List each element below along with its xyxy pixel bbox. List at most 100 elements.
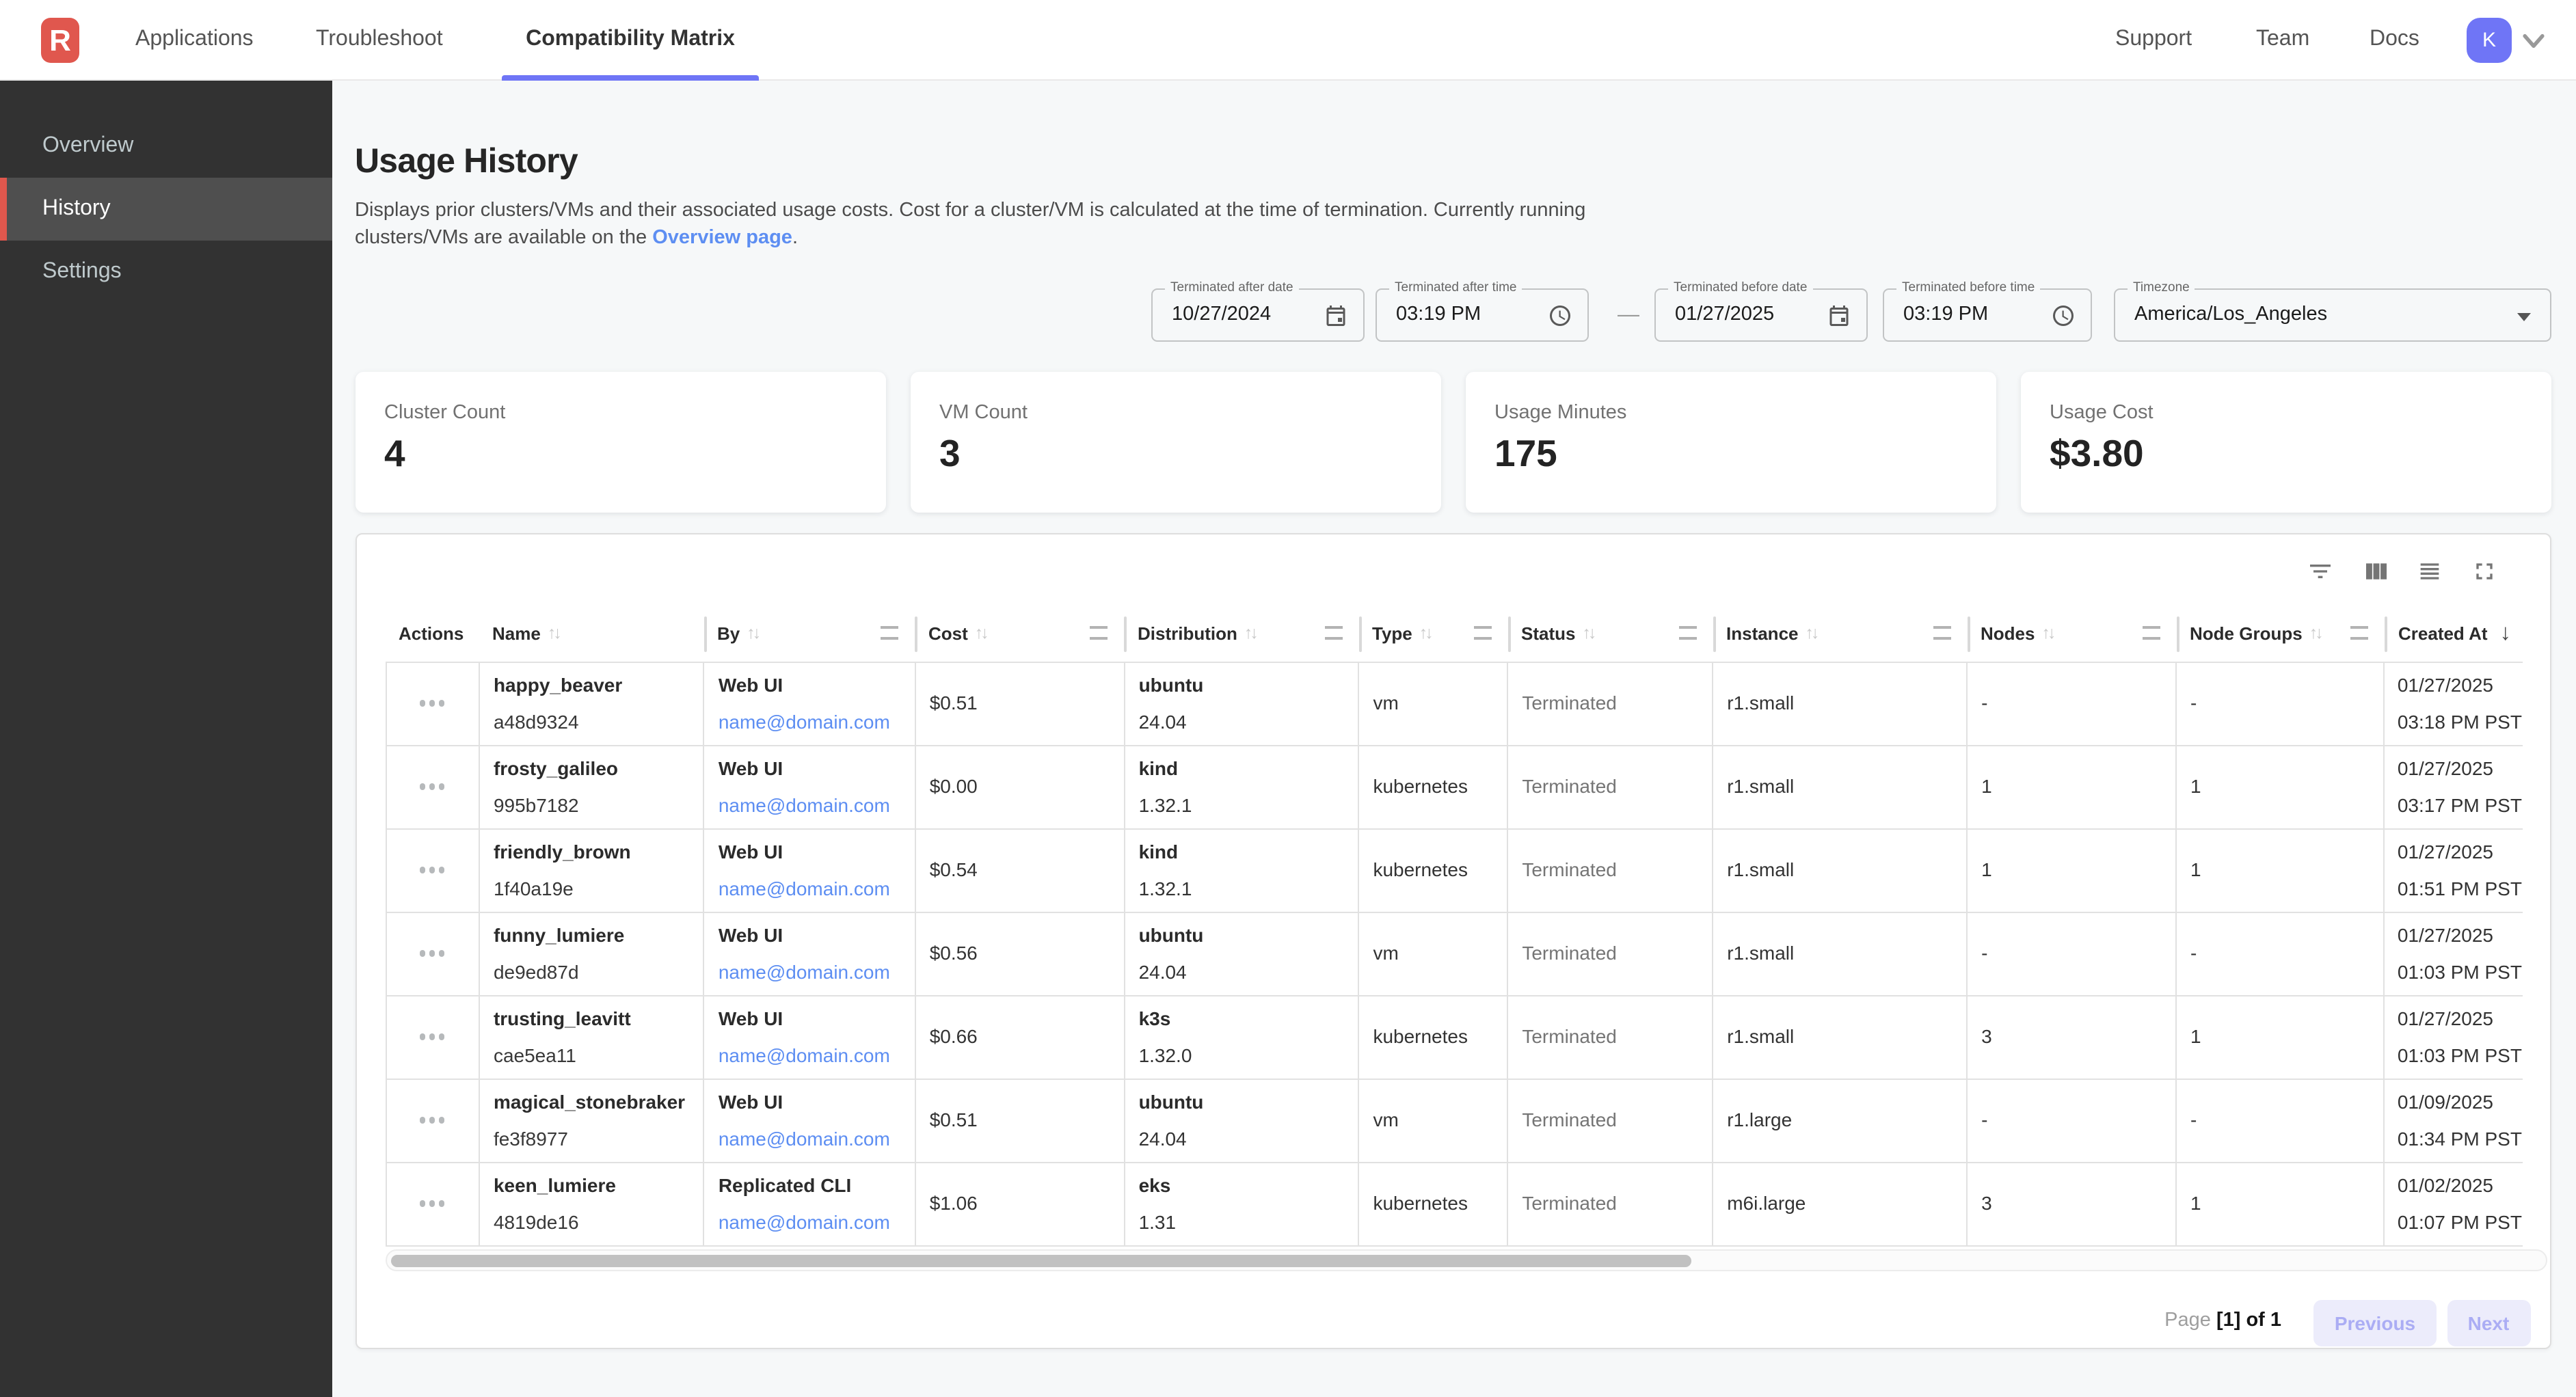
email-link[interactable]: name@domain.com [719, 1206, 915, 1237]
previous-page-button[interactable]: Previous [2313, 1300, 2437, 1346]
cell-instance: r1.small [1713, 662, 1968, 744]
cell-node-groups: - [2177, 662, 2385, 744]
column-menu-icon[interactable] [1678, 627, 1696, 640]
filter-terminated-before-date[interactable]: Terminated before date 01/27/2025 [1654, 288, 1868, 342]
sort-arrows-icon[interactable]: ↑↓ [1244, 624, 1256, 643]
cell-node-groups: 1 [2177, 1163, 2385, 1245]
email-link[interactable]: name@domain.com [719, 1040, 915, 1070]
fullscreen-icon[interactable] [2471, 558, 2498, 585]
sidebar-item-history[interactable]: History [0, 178, 332, 241]
sort-arrows-icon[interactable]: ↑↓ [2041, 624, 2053, 643]
horizontal-scrollbar-track[interactable] [385, 1249, 2547, 1271]
sort-desc-icon[interactable]: ↓ [2500, 621, 2512, 647]
cell-cost: $0.51 [916, 1079, 1125, 1161]
cell-nodes: - [1968, 1079, 2177, 1161]
clock-icon[interactable] [2051, 303, 2076, 328]
overview-page-link[interactable]: Overview page [652, 227, 792, 249]
chevron-down-icon[interactable] [2519, 26, 2549, 56]
column-header-name[interactable]: Name↑↓ [480, 606, 705, 661]
nav-item-docs[interactable]: Docs [2370, 0, 2419, 79]
column-menu-icon[interactable] [881, 627, 898, 640]
column-menu-icon[interactable] [1473, 627, 1491, 640]
email-link[interactable]: name@domain.com [719, 789, 915, 820]
active-tab-underline [502, 75, 759, 81]
sort-arrows-icon[interactable]: ↑↓ [1582, 624, 1594, 643]
usage-table-panel: ActionsName↑↓By↑↓Cost↑↓Distribution↑↓Typ… [355, 532, 2551, 1348]
filter-terminated-before-time[interactable]: Terminated before time 03:19 PM [1883, 288, 2092, 342]
sort-arrows-icon[interactable]: ↑↓ [2309, 624, 2321, 643]
avatar[interactable]: K [2467, 18, 2512, 63]
stat-card-usage-cost: Usage Cost $3.80 [2020, 372, 2551, 513]
cell-created-at: 01/27/202501:03 PM PST [2385, 912, 2522, 994]
cell-status: Terminated [1508, 996, 1713, 1078]
row-actions-button[interactable] [386, 662, 480, 744]
sidebar-item-label: History [42, 197, 111, 221]
cell-cost: $0.56 [916, 912, 1125, 994]
column-header-created-at[interactable]: Created At↓ [2386, 606, 2522, 661]
nav-item-support[interactable]: Support [2115, 0, 2192, 79]
pagination-status: Page [1] of 1 [2164, 1309, 2281, 1331]
column-menu-icon[interactable] [2350, 627, 2368, 640]
calendar-icon[interactable] [1827, 303, 1851, 328]
column-menu-icon[interactable] [1090, 627, 1108, 640]
column-menu-icon[interactable] [1933, 627, 1950, 640]
clock-icon[interactable] [1548, 303, 1572, 328]
cell-by: Web UIname@domain.com [705, 1079, 916, 1161]
cell-created-at: 01/27/202501:03 PM PST [2385, 996, 2522, 1078]
sidebar-item-overview[interactable]: Overview [0, 116, 332, 178]
column-header-actions[interactable]: Actions [386, 606, 480, 661]
cell-node-groups: 1 [2177, 829, 2385, 911]
cell-distribution: eks1.31 [1125, 1163, 1360, 1245]
nav-item-compatibility-matrix[interactable]: Compatibility Matrix [502, 0, 759, 79]
column-header-status[interactable]: Status↑↓ [1509, 606, 1714, 661]
row-actions-button[interactable] [386, 1163, 480, 1245]
nav-item-applications[interactable]: Applications [135, 0, 254, 79]
row-actions-button[interactable] [386, 912, 480, 994]
column-header-type[interactable]: Type↑↓ [1360, 606, 1509, 661]
sidebar-item-label: Overview [42, 135, 133, 159]
filter-terminated-after-date[interactable]: Terminated after date 10/27/2024 [1151, 288, 1365, 342]
cell-nodes: 3 [1968, 996, 2177, 1078]
brand-logo[interactable]: R [41, 18, 79, 63]
email-link[interactable]: name@domain.com [719, 706, 915, 737]
sort-arrows-icon[interactable]: ↑↓ [747, 624, 758, 643]
density-icon[interactable] [2415, 558, 2443, 585]
nav-item-team[interactable]: Team [2256, 0, 2309, 79]
filter-terminated-after-time[interactable]: Terminated after time 03:19 PM [1376, 288, 1589, 342]
horizontal-scrollbar-thumb[interactable] [390, 1254, 1691, 1267]
column-header-cost[interactable]: Cost↑↓ [916, 606, 1125, 661]
dropdown-arrow-icon [2517, 313, 2531, 321]
email-link[interactable]: name@domain.com [719, 956, 915, 987]
email-link[interactable]: name@domain.com [719, 1123, 915, 1154]
table-row: frosty_galileo995b7182Web UIname@domain.… [386, 746, 2522, 829]
column-header-instance[interactable]: Instance↑↓ [1714, 606, 1968, 661]
column-menu-icon[interactable] [2142, 627, 2160, 640]
calendar-icon[interactable] [1324, 303, 1348, 328]
column-menu-icon[interactable] [1324, 627, 1342, 640]
filter-timezone-select[interactable]: Timezone America/Los_Angeles [2114, 288, 2551, 342]
row-actions-button[interactable] [386, 829, 480, 911]
filter-list-icon[interactable] [2307, 558, 2334, 585]
cell-type: kubernetes [1359, 746, 1508, 828]
row-actions-button[interactable] [386, 996, 480, 1078]
cell-type: kubernetes [1359, 1163, 1508, 1245]
sidebar-item-settings[interactable]: Settings [0, 241, 332, 303]
column-header-node-groups[interactable]: Node Groups↑↓ [2177, 606, 2386, 661]
sort-arrows-icon[interactable]: ↑↓ [975, 624, 987, 643]
sidebar-active-accent [0, 178, 6, 241]
nav-item-troubleshoot[interactable]: Troubleshoot [316, 0, 443, 79]
sort-arrows-icon[interactable]: ↑↓ [1806, 624, 1817, 643]
columns-icon[interactable] [2362, 558, 2389, 585]
next-page-button[interactable]: Next [2447, 1300, 2530, 1346]
column-header-nodes[interactable]: Nodes↑↓ [1968, 606, 2177, 661]
sort-arrows-icon[interactable]: ↑↓ [548, 624, 559, 643]
row-actions-button[interactable] [386, 1079, 480, 1161]
ellipsis-icon [420, 701, 445, 707]
sort-arrows-icon[interactable]: ↑↓ [1419, 624, 1431, 643]
column-header-by[interactable]: By↑↓ [705, 606, 916, 661]
email-link[interactable]: name@domain.com [719, 873, 915, 904]
column-header-distribution[interactable]: Distribution↑↓ [1125, 606, 1360, 661]
filter-range-dash: — [1611, 288, 1646, 342]
cell-status: Terminated [1508, 829, 1713, 911]
row-actions-button[interactable] [386, 746, 480, 828]
